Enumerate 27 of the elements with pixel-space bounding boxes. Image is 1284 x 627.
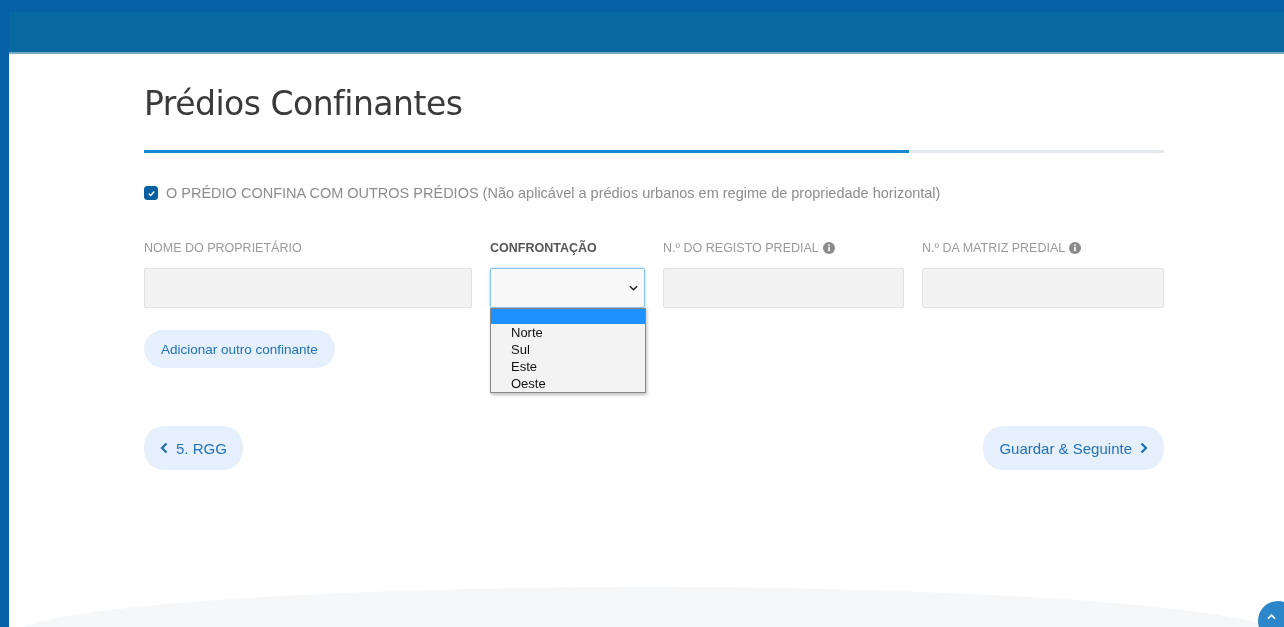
checkbox-note: (Não aplicável a prédios urbanos em regime de propriedade horizontal) [482,185,941,201]
page-title: Prédios Confinantes [144,84,464,125]
back-button[interactable]: 5. RGG [144,426,243,470]
dropdown-option[interactable]: Este [491,358,645,375]
chevron-left-icon [160,442,168,454]
field-label: N.º DA MATRIZ PREDIAL [922,241,1066,255]
info-icon [1069,242,1082,254]
field-label: N.º DO REGISTO PREDIAL [663,241,819,255]
checkmark-icon [146,188,156,198]
chevron-down-icon [629,285,638,291]
field-label: CONFRONTAÇÃO [490,241,597,255]
dropdown-option[interactable] [491,309,645,324]
next-button[interactable]: Guardar & Seguinte [983,426,1164,470]
input-field[interactable] [144,268,472,308]
checkbox-label: O PRÉDIO CONFINA COM OUTROS PRÉDIOS [166,185,479,201]
add-button[interactable]: Adicionar outro confinante [144,330,335,368]
chevron-right-icon [1140,442,1148,454]
input-field[interactable] [922,268,1164,308]
chevron-up-icon [1266,614,1276,620]
info-icon [822,242,835,254]
input-field[interactable] [663,268,904,308]
dropdown-option[interactable]: Sul [491,341,645,358]
field-label: NOME DO PROPRIETÁRIO [144,241,302,255]
dropdown-option[interactable]: Norte [491,324,645,341]
select-field[interactable] [490,268,645,308]
checkbox[interactable] [144,186,158,200]
dropdown-option[interactable]: Oeste [491,375,645,392]
